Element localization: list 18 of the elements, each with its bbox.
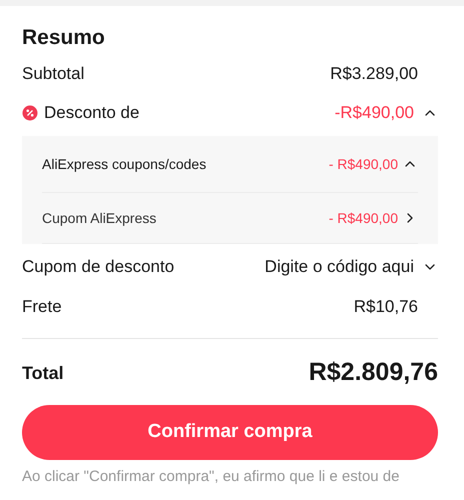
confirm-button[interactable]: Confirmar compra (22, 405, 438, 460)
summary-title: Resumo (22, 25, 106, 51)
coupon-code-dropdown[interactable]: Digite o código aqui (264, 254, 438, 280)
total-label: Total (22, 362, 64, 384)
coupon-group-value: - R$490,00 (328, 154, 398, 174)
coupon-code-label: Cupom de desconto (22, 256, 174, 278)
total-value: R$2.809,76 (308, 357, 438, 388)
discount-label: Desconto de (44, 102, 140, 124)
subtotal-value: R$3.289,00 (330, 63, 418, 86)
discount-icon (22, 105, 38, 121)
disclaimer-text: Ao clicar "Confirmar compra", eu afirmo que li e estou de (22, 468, 400, 486)
shipping-value: R$10,76 (354, 296, 418, 318)
discount-value: -R$490,00 (334, 102, 414, 124)
coupon-label: Cupom AliExpress (42, 208, 156, 228)
coupon-group-label: AliExpress coupons/codes (42, 154, 206, 174)
subtotal-label: Subtotal (22, 63, 84, 86)
coupon-value: - R$490,00 (328, 208, 398, 228)
shipping-label: Frete (22, 296, 62, 318)
